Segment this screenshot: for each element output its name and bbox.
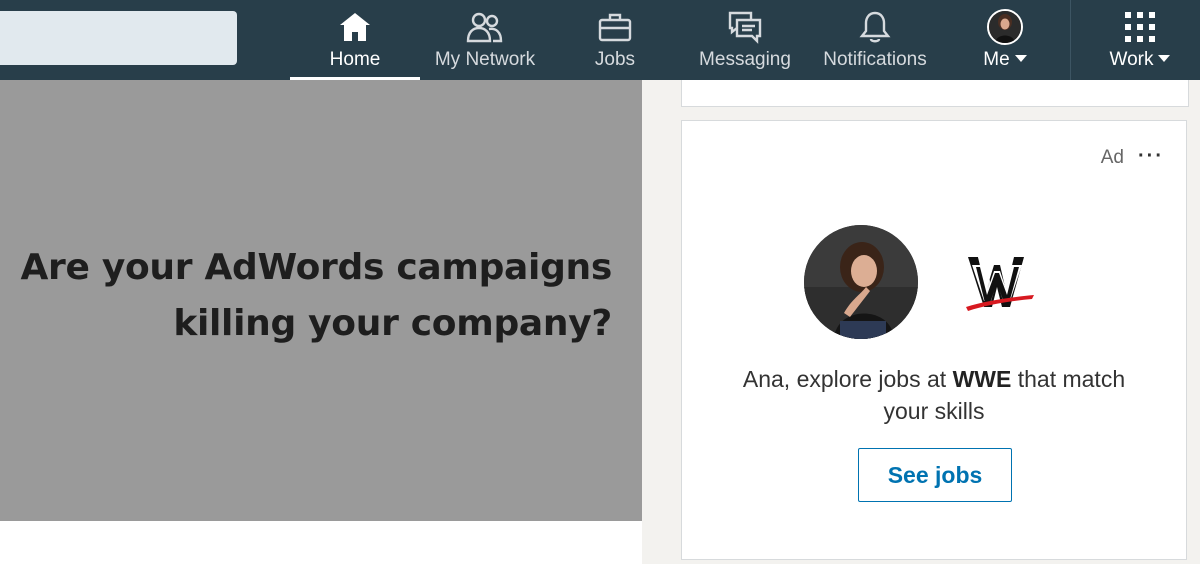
caret-down-icon (1014, 55, 1027, 62)
nav-work-label-wrap: Work (1110, 49, 1171, 71)
nav-my-network-label: My Network (434, 49, 536, 70)
wwe-logo (964, 251, 1036, 317)
nav-home[interactable]: Home (290, 0, 420, 80)
avatar (987, 9, 1023, 45)
ad-message: Ana, explore jobs at WWE that match your… (722, 363, 1146, 427)
nav-notifications-label: Notifications (823, 49, 927, 70)
nav-work[interactable]: Work (1080, 0, 1200, 80)
nav-notifications[interactable]: Notifications (810, 0, 940, 80)
rail-card-previous (681, 80, 1189, 107)
ad-banner-line-1: Are your AdWords campaigns (20, 247, 612, 288)
messaging-icon (727, 10, 763, 44)
ad-company-name: WWE (952, 366, 1012, 392)
grid-icon (1124, 10, 1156, 44)
top-nav-bar: Home My Network Jobs Messaging Notificat… (0, 0, 1200, 80)
nav-messaging[interactable]: Messaging (680, 0, 810, 80)
nav-my-network[interactable]: My Network (420, 0, 550, 80)
ad-banner-line-2: killing your company? (173, 303, 612, 344)
nav-me-label: Me (983, 49, 1010, 70)
ad-banner-image[interactable]: Are your AdWords campaigns killing your … (0, 80, 642, 521)
member-photo (804, 225, 918, 339)
bell-icon (859, 10, 891, 44)
nav-divider (1070, 0, 1071, 80)
network-icon (465, 10, 505, 44)
nav-jobs-label: Jobs (594, 49, 636, 70)
nav-me-label-wrap: Me (983, 49, 1027, 71)
nav-jobs[interactable]: Jobs (550, 0, 680, 80)
nav-home-label: Home (329, 49, 381, 70)
nav-messaging-label: Messaging (699, 49, 791, 70)
see-jobs-button[interactable]: See jobs (858, 448, 1012, 502)
ad-banner-headline: Are your AdWords campaigns killing your … (20, 240, 612, 352)
nav-me[interactable]: Me (950, 0, 1060, 80)
jobs-ad-card: Ad ··· Ana, explore jobs at WWE that mat… (681, 120, 1187, 560)
more-options-icon[interactable]: ··· (1138, 145, 1164, 168)
feed-post-footer (0, 521, 642, 564)
caret-down-icon (1158, 55, 1171, 62)
ad-label: Ad (1100, 147, 1124, 168)
search-input[interactable] (0, 11, 237, 65)
briefcase-icon (598, 10, 632, 44)
home-icon (338, 10, 372, 44)
nav-work-label: Work (1109, 49, 1154, 70)
nav-me-avatar-wrap (987, 9, 1023, 45)
ad-message-prefix: Ana, explore jobs at (742, 366, 953, 392)
